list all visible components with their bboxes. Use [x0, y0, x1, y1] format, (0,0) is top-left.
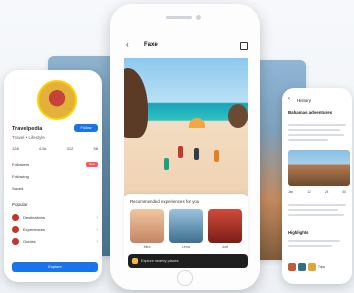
phone-camera	[196, 15, 201, 20]
detail-meta: Jan 12 24 56	[288, 190, 346, 194]
text-line	[288, 245, 332, 247]
row-label: Followers	[12, 161, 30, 167]
list-item[interactable]: Experiences ›	[12, 226, 98, 233]
rock-shape	[124, 68, 148, 138]
item-label: Guides	[23, 239, 36, 244]
item-label: Experiences	[23, 227, 46, 232]
text-line	[288, 240, 340, 242]
item-icon	[12, 214, 19, 221]
detail-heading: Bahamas adventures	[288, 110, 333, 115]
chevron-right-icon: ›	[96, 238, 98, 245]
person-shape	[194, 148, 199, 160]
text-line	[288, 209, 338, 211]
person-shape	[178, 146, 183, 158]
text-line	[288, 129, 340, 131]
item-icon	[12, 238, 19, 245]
chevron-right-icon: ›	[96, 226, 98, 233]
bottom-bar-text: Explore nearby places	[141, 259, 179, 263]
row-label: Following	[12, 173, 29, 179]
app-title: Faxe	[144, 42, 158, 48]
back-arrow-icon[interactable]: ‹	[288, 96, 290, 102]
meta-value: 24	[324, 190, 329, 194]
thumbnail-icon	[288, 263, 296, 271]
chevron-right-icon: ›	[96, 214, 98, 221]
share-icon[interactable]	[240, 42, 248, 50]
text-line	[288, 204, 346, 206]
profile-name: Travelpedia	[12, 126, 43, 132]
profile-row[interactable]: Followers New	[12, 160, 98, 168]
thumbnail-icon	[308, 263, 316, 271]
stat-value: 4.5k	[38, 146, 47, 151]
home-button[interactable]	[177, 270, 193, 286]
thumbnail-icon	[298, 263, 306, 271]
thumbnail-label: Mira	[143, 245, 151, 249]
text-line	[288, 139, 328, 141]
person-shape	[214, 150, 219, 162]
profile-row[interactable]: Following	[12, 172, 98, 180]
rock-shape	[228, 104, 248, 128]
thumbnail-label: Joel	[221, 245, 229, 249]
back-arrow-icon[interactable]: ‹	[126, 40, 129, 49]
hero-image	[124, 58, 248, 196]
umbrella-shape	[189, 118, 205, 128]
stat-value: 128	[12, 146, 19, 151]
detail-title: History	[297, 98, 312, 103]
text-line	[288, 134, 344, 136]
thumbnail-image[interactable]	[169, 209, 203, 243]
meta-value: Jan	[288, 190, 294, 194]
strip-label: Trips	[318, 265, 325, 269]
thumbnail-image[interactable]	[208, 209, 242, 243]
card-title: Recommended experiences for you	[130, 199, 200, 204]
profile-row[interactable]: Saved	[12, 184, 98, 192]
profile-phone: Travelpedia Follow Travel • Lifestyle 12…	[4, 70, 102, 282]
item-icon	[12, 226, 19, 233]
stat-value: 312	[66, 146, 74, 151]
meta-value: 12	[307, 190, 311, 194]
avatar[interactable]	[37, 80, 77, 120]
thumbnail-label: Lena	[182, 245, 190, 249]
person-shape	[164, 158, 169, 170]
location-icon	[132, 258, 138, 264]
showcase-stage: Travelpedia Follow Travel • Lifestyle 12…	[0, 0, 354, 293]
bottom-strip[interactable]: Trips	[288, 262, 346, 272]
item-label: Destinations	[23, 215, 46, 220]
explore-button[interactable]: Explore	[12, 262, 98, 272]
profile-subtitle: Travel • Lifestyle	[12, 135, 45, 140]
list-item[interactable]: Destinations ›	[12, 214, 98, 221]
text-line	[288, 124, 346, 126]
thumbnail-image[interactable]	[130, 209, 164, 243]
bottom-action-bar[interactable]: Explore nearby places	[128, 254, 248, 268]
row-label: Saved	[12, 185, 24, 191]
phone-speaker	[166, 16, 192, 19]
detail-phone: ‹ History Bahamas adventures Jan 12 24 5…	[282, 88, 352, 284]
detail-image	[288, 150, 350, 186]
section-title: Popular	[12, 202, 28, 207]
main-phone: ‹ Faxe Recommended experiences for you M…	[110, 4, 260, 290]
new-badge: New	[86, 161, 98, 167]
list-item[interactable]: Guides ›	[12, 238, 98, 245]
stat-value: 58	[93, 146, 98, 151]
detail-subheading: Highlights	[288, 230, 309, 235]
meta-value: 56	[342, 190, 346, 194]
text-line	[288, 214, 344, 216]
follow-button[interactable]: Follow	[74, 124, 98, 132]
profile-stats: 128 4.5k 312 58	[12, 146, 98, 151]
